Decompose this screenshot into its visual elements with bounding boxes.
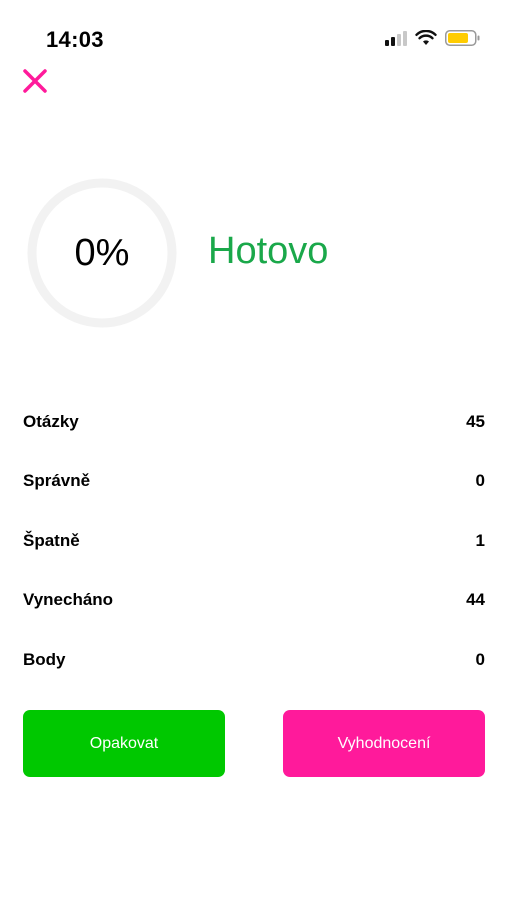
stat-row-skipped: Vynecháno 44 bbox=[23, 571, 485, 631]
stat-label: Vynecháno bbox=[23, 590, 114, 610]
stat-value: 0 bbox=[475, 649, 485, 669]
stat-label: Otázky bbox=[23, 411, 79, 431]
stat-value: 1 bbox=[475, 530, 485, 550]
wifi-icon bbox=[415, 30, 437, 45]
stat-label: Správně bbox=[23, 471, 91, 491]
stat-value: 0 bbox=[475, 471, 485, 491]
repeat-button[interactable]: Opakovat bbox=[23, 710, 225, 777]
status-icons bbox=[385, 30, 481, 46]
close-button[interactable] bbox=[20, 66, 50, 96]
progress-ring: 0% bbox=[26, 177, 178, 329]
stat-label: Body bbox=[23, 649, 66, 669]
stat-row-correct: Správně 0 bbox=[23, 452, 485, 512]
stats-list: Otázky 45 Správně 0 Špatně 1 Vynecháno 4… bbox=[23, 392, 485, 690]
battery-icon bbox=[445, 30, 480, 46]
stat-value: 44 bbox=[466, 590, 485, 610]
stat-row-points: Body 0 bbox=[23, 630, 485, 690]
result-status-title: Hotovo bbox=[208, 230, 329, 272]
status-time: 14:03 bbox=[46, 27, 104, 52]
close-icon bbox=[23, 69, 47, 93]
stat-row-questions: Otázky 45 bbox=[23, 392, 485, 452]
status-bar: 14:03 bbox=[0, 0, 507, 70]
stat-row-wrong: Špatně 1 bbox=[23, 511, 485, 571]
evaluation-button[interactable]: Vyhodnocení bbox=[283, 710, 485, 777]
stat-label: Špatně bbox=[23, 530, 80, 550]
cellular-signal-icon bbox=[385, 30, 407, 46]
stat-value: 45 bbox=[466, 411, 485, 431]
progress-percent: 0% bbox=[74, 231, 130, 274]
